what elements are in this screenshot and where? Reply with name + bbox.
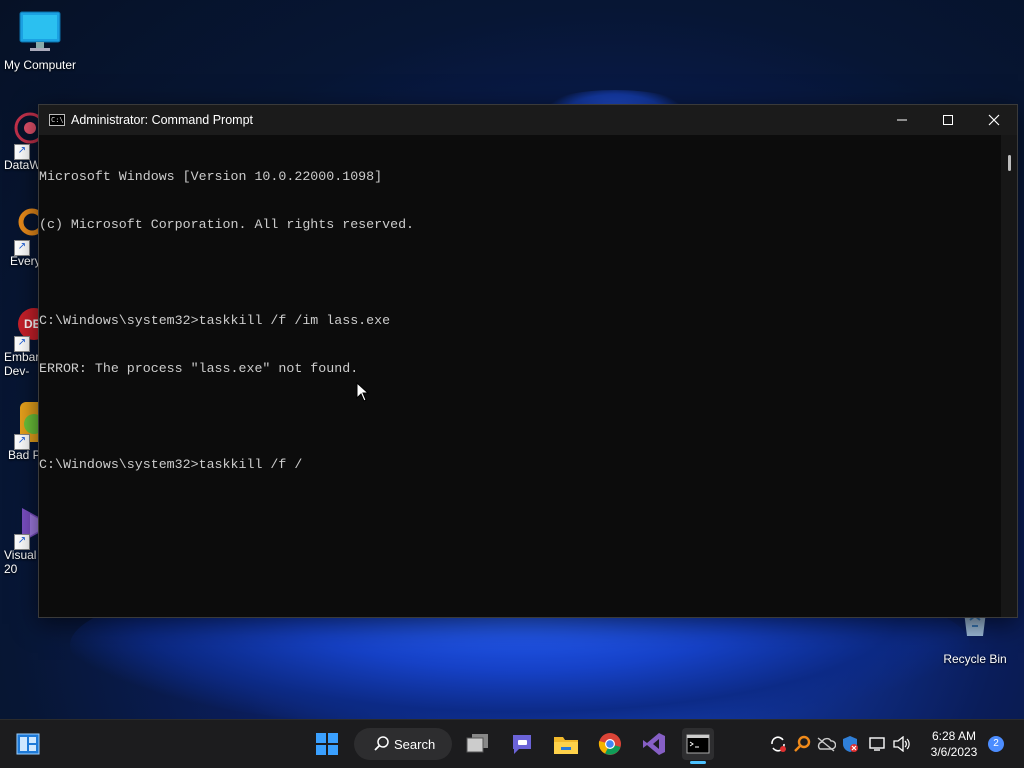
- search-icon: [374, 736, 389, 751]
- mouse-cursor-icon: [356, 381, 370, 407]
- console-input-line[interactable]: C:\Windows\system32>taskkill /f /: [39, 457, 1001, 473]
- desktop-icon-label: My Computer: [3, 58, 77, 72]
- vertical-scrollbar[interactable]: [1001, 135, 1017, 617]
- command-prompt-icon: [686, 734, 710, 754]
- console-line: ERROR: The process "lass.exe" not found.: [39, 361, 359, 376]
- shortcut-arrow-icon: ↗: [14, 434, 30, 450]
- network-tray-button[interactable]: [868, 734, 888, 754]
- maximize-button[interactable]: [925, 105, 971, 135]
- active-app-indicator: [690, 761, 706, 764]
- search-label: Search: [394, 736, 436, 752]
- command-prompt-window[interactable]: C:\ Administrator: Command Prompt Micros…: [38, 104, 1018, 618]
- recycle-bin-label: Recycle Bin: [943, 652, 1007, 666]
- start-icon: [316, 733, 338, 755]
- window-title: Administrator: Command Prompt: [71, 113, 254, 127]
- search-tool-icon: [794, 735, 811, 752]
- sync-icon: [771, 736, 786, 752]
- clock-date: 3/6/2023: [930, 745, 978, 759]
- close-button[interactable]: [971, 105, 1017, 135]
- monitor-icon: [18, 10, 62, 54]
- chrome-icon: [598, 733, 621, 755]
- console-output[interactable]: Microsoft Windows [Version 10.0.22000.10…: [39, 135, 1001, 617]
- shortcut-arrow-icon: ↗: [14, 144, 30, 160]
- file-explorer-button[interactable]: [550, 728, 582, 760]
- command-prompt-taskbar-button[interactable]: [682, 728, 714, 760]
- console-line: Microsoft Windows [Version 10.0.22000.10…: [39, 169, 383, 184]
- console-line: C:\Windows\system32>taskkill /f /im lass…: [39, 313, 391, 328]
- volume-tray-button[interactable]: [892, 734, 912, 754]
- file-explorer-icon: [554, 737, 578, 754]
- onedrive-offline-icon: [817, 737, 836, 752]
- widgets-icon: [16, 733, 40, 755]
- volume-icon: [893, 736, 910, 752]
- shortcut-arrow-icon: ↗: [14, 534, 30, 550]
- taskbar-search-button[interactable]: Search: [354, 728, 452, 760]
- clock-time: 6:28 AM: [931, 729, 977, 743]
- onedrive-tray-button[interactable]: [816, 734, 836, 754]
- chat-button[interactable]: [506, 728, 538, 760]
- console-line: (c) Microsoft Corporation. All rights re…: [39, 217, 415, 232]
- taskbar: Search 6:28 AM 3/6/2023 2: [0, 719, 1024, 768]
- sync-tray-button[interactable]: [768, 734, 788, 754]
- taskbar-clock[interactable]: 6:28 AM 3/6/2023: [922, 728, 986, 760]
- command-prompt-icon: C:\: [49, 114, 65, 126]
- minimize-button[interactable]: [879, 105, 925, 135]
- desktop-icon-my-computer[interactable]: My Computer: [0, 10, 80, 72]
- network-icon: [869, 737, 885, 751]
- notification-badge[interactable]: 2: [988, 736, 1004, 752]
- maximize-icon: [943, 115, 953, 125]
- search-tool-tray-button[interactable]: [792, 734, 812, 754]
- chrome-button[interactable]: [594, 728, 626, 760]
- desktop-icon-recycle-bin[interactable]: Recycle Bin: [940, 612, 1010, 666]
- close-icon: [988, 114, 1000, 126]
- visual-studio-taskbar-button[interactable]: [638, 728, 670, 760]
- security-tray-button[interactable]: [840, 734, 860, 754]
- start-button[interactable]: [311, 728, 343, 760]
- shortcut-arrow-icon: ↗: [14, 336, 30, 352]
- shortcut-arrow-icon: ↗: [14, 240, 30, 256]
- teams-chat-icon: [513, 735, 531, 754]
- task-view-icon: [466, 734, 488, 753]
- security-icon: [843, 736, 858, 752]
- minimize-icon: [897, 119, 907, 121]
- window-titlebar[interactable]: C:\ Administrator: Command Prompt: [39, 105, 1017, 135]
- task-view-button[interactable]: [462, 728, 494, 760]
- visual-studio-icon: [643, 733, 665, 755]
- scrollbar-thumb[interactable]: [1008, 155, 1011, 171]
- show-desktop-widget-button[interactable]: [12, 728, 44, 760]
